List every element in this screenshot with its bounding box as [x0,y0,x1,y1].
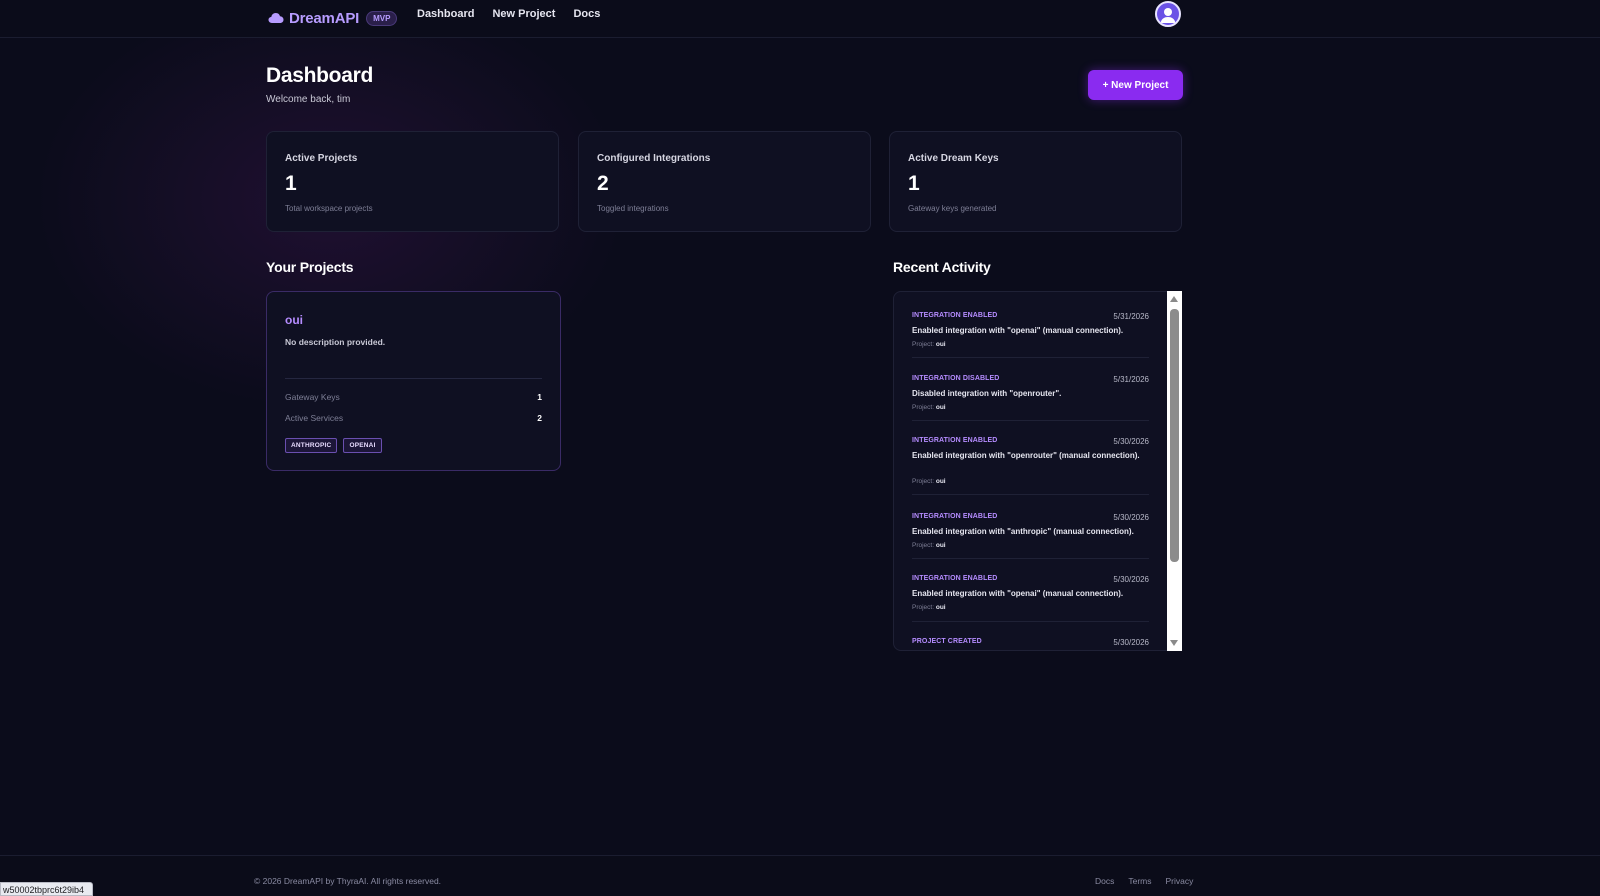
activity-item: INTEGRATION ENABLED 5/31/2026 Enabled in… [912,312,1149,358]
stat-label: Configured Integrations [597,153,711,164]
activity-project: Project: oui [912,478,946,485]
activity-item: PROJECT CREATED 5/30/2026 [912,638,1149,650]
activity-project-name[interactable]: oui [936,478,946,485]
activity-type: INTEGRATION ENABLED [912,513,998,520]
activity-date: 5/30/2026 [1113,638,1149,647]
user-avatar[interactable] [1155,1,1181,27]
activity-item: INTEGRATION ENABLED 5/30/2026 Enabled in… [912,513,1149,559]
activity-type: INTEGRATION DISABLED [912,375,1000,382]
gateway-keys-row: Gateway Keys 1 [285,392,542,402]
activity-project: Project: oui [912,341,946,348]
activity-feed[interactable]: INTEGRATION ENABLED 5/31/2026 Enabled in… [893,291,1182,651]
project-card[interactable]: oui No description provided. Gateway Key… [266,291,561,471]
stat-card-active-projects: Active Projects 1 Total workspace projec… [266,131,559,232]
stat-card-configured-integrations: Configured Integrations 2 Toggled integr… [578,131,871,232]
footer: © 2026 DreamAPI by ThyraAI. All rights r… [0,855,1600,896]
brand-logo[interactable]: DreamAPI MVP [268,6,398,30]
stat-label: Active Projects [285,153,358,164]
stat-hint: Total workspace projects [285,204,373,213]
stat-hint: Toggled integrations [597,204,669,213]
activity-type: INTEGRATION ENABLED [912,312,998,319]
activity-message: Enabled integration with "anthropic" (ma… [912,527,1134,536]
gateway-keys-value: 1 [537,392,542,402]
active-services-value: 2 [537,413,542,423]
recent-activity-title: Recent Activity [893,259,991,275]
activity-project-name[interactable]: oui [936,341,946,348]
activity-type: INTEGRATION ENABLED [912,575,998,582]
main-nav: Dashboard New Project Docs [417,7,600,21]
cloud-icon [268,13,284,23]
activity-message: Enabled integration with "openai" (manua… [912,326,1124,335]
nav-link-new-project[interactable]: New Project [492,7,555,21]
stat-label: Active Dream Keys [908,153,999,164]
stat-value: 2 [597,172,609,195]
activity-project-name[interactable]: oui [936,542,946,549]
activity-message: Disabled integration with "openrouter". [912,389,1062,398]
tag-anthropic: ANTHROPIC [285,438,338,453]
activity-item: INTEGRATION DISABLED 5/31/2026 Disabled … [912,375,1149,421]
activity-date: 5/31/2026 [1113,312,1149,321]
brand-name: DreamAPI [289,9,360,27]
activity-project: Project: oui [912,404,946,411]
activity-type: PROJECT CREATED [912,638,982,645]
top-navbar: DreamAPI MVP Dashboard New Project Docs [0,0,1600,38]
footer-link-docs[interactable]: Docs [1095,876,1114,886]
activity-scrollbar[interactable] [1167,291,1182,651]
stat-value: 1 [285,172,297,195]
page-title: Dashboard [266,64,373,87]
activity-message: Enabled integration with "openai" (manua… [912,589,1124,598]
active-services-label: Active Services [285,413,344,423]
scroll-up-arrow-icon[interactable] [1170,296,1178,302]
scroll-down-arrow-icon[interactable] [1170,640,1178,646]
status-url-tooltip: w50002tbprc6t29ib4 [0,882,94,896]
nav-link-docs[interactable]: Docs [573,7,600,21]
activity-date: 5/30/2026 [1113,575,1149,584]
activity-type: INTEGRATION ENABLED [912,437,998,444]
activity-item: INTEGRATION ENABLED 5/30/2026 Enabled in… [912,437,1149,495]
project-description: No description provided. [285,337,386,347]
stat-card-active-dream-keys: Active Dream Keys 1 Gateway keys generat… [889,131,1182,232]
tag-openai: OPENAI [343,438,382,453]
footer-links: Docs Terms Privacy [1095,876,1193,886]
activity-project-name[interactable]: oui [936,604,946,611]
footer-copyright: © 2026 DreamAPI by ThyraAI. All rights r… [254,876,442,886]
active-services-row: Active Services 2 [285,413,542,423]
scroll-thumb[interactable] [1170,309,1179,562]
activity-project: Project: oui [912,604,946,611]
activity-date: 5/30/2026 [1113,437,1149,446]
welcome-text: Welcome back, tim [266,94,351,105]
new-project-button[interactable]: + New Project [1088,70,1183,100]
activity-item: INTEGRATION ENABLED 5/30/2026 Enabled in… [912,575,1149,622]
stat-hint: Gateway keys generated [908,204,997,213]
footer-link-privacy[interactable]: Privacy [1166,876,1194,886]
footer-link-terms[interactable]: Terms [1128,876,1151,886]
nav-link-dashboard[interactable]: Dashboard [417,7,474,21]
your-projects-title: Your Projects [266,259,354,275]
activity-project: Project: oui [912,542,946,549]
mvp-badge: MVP [366,10,398,26]
project-name[interactable]: oui [285,313,303,327]
activity-date: 5/30/2026 [1113,513,1149,522]
activity-date: 5/31/2026 [1113,375,1149,384]
divider [285,378,542,379]
service-tags: ANTHROPIC OPENAI [285,438,382,453]
gateway-keys-label: Gateway Keys [285,392,340,402]
activity-project-name[interactable]: oui [936,404,946,411]
stat-value: 1 [908,172,920,195]
activity-message: Enabled integration with "openrouter" (m… [912,451,1140,460]
user-icon [1160,8,1176,23]
